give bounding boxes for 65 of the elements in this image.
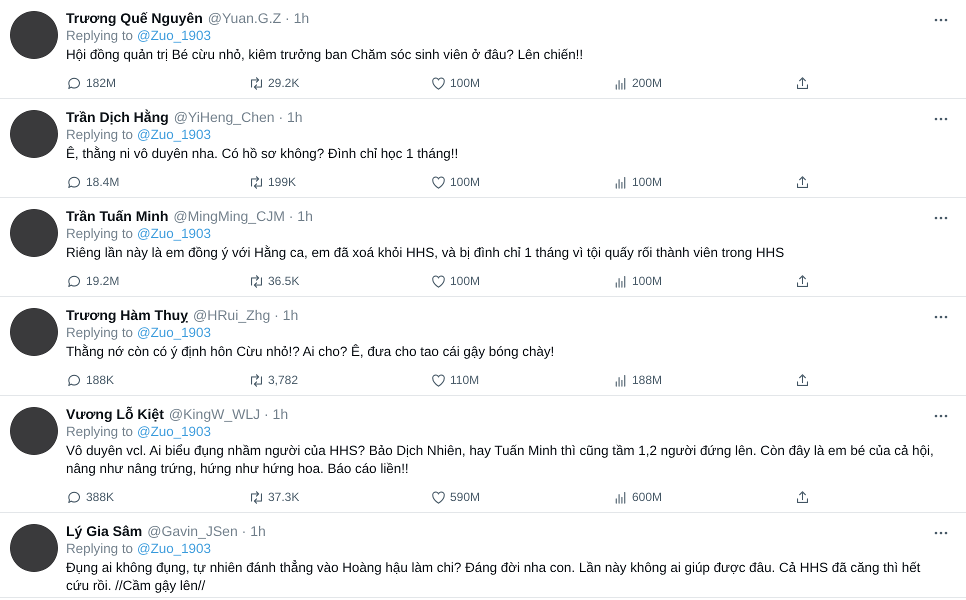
- views-button[interactable]: 100M: [612, 174, 662, 190]
- retweet-icon: [248, 372, 265, 388]
- share-icon[interactable]: [794, 272, 811, 290]
- user-handle: @MingMing_CJM · 1h: [173, 208, 313, 224]
- replying-label: Replying to: [66, 325, 133, 340]
- views-button[interactable]: 200M: [612, 74, 662, 92]
- replying-label: Replying to: [66, 226, 133, 241]
- retweet-icon: [248, 488, 265, 506]
- like-button[interactable]: 100M: [430, 272, 480, 290]
- reply-button[interactable]: 182M: [66, 74, 116, 92]
- avatar[interactable]: [10, 209, 58, 257]
- reply-button[interactable]: 19.2M: [66, 272, 120, 290]
- user-handle: @Gavin_JSen · 1h: [147, 523, 266, 539]
- tweet-text: Ê, thằng ni vô duyên nha. Có hồ sơ không? Đình chỉ học 1 tháng!!: [66, 145, 460, 163]
- tweet-text: Hội đồng quản trị Bé cừu nhỏ, kiêm trưởng ban Chăm sóc sinh viên ở đâu? Lên chiến!!: [66, 46, 584, 64]
- retweet-icon: [248, 174, 265, 190]
- views-button[interactable]: 188M: [612, 372, 662, 388]
- heart-icon: [430, 174, 447, 190]
- share-icon[interactable]: [794, 372, 811, 388]
- tweet-text: Vô duyên vcl. Ai biểu đụng nhầm người của HHS? Bảo Dịch Nhiên, hay Tuấn Minh thì cũng tầm 1,2 người đứng lên. Còn đây là em bé của cả hội, nâng như nâng trứng, hứng như hứng hoa. Báo cáo liền!!: [66, 442, 935, 478]
- like-button[interactable]: 100M: [430, 174, 480, 190]
- retweet-button[interactable]: 199K: [248, 174, 296, 190]
- replying-label: Replying to: [66, 541, 133, 556]
- retweet-button[interactable]: 36.5K: [248, 272, 300, 290]
- avatar[interactable]: [10, 407, 58, 455]
- like-button[interactable]: 100M: [430, 74, 480, 92]
- heart-icon: [430, 372, 447, 388]
- user-name: Vương Lỗ Kiệt: [66, 406, 164, 422]
- replying-label: Replying to: [66, 127, 133, 142]
- retweet-icon: [248, 74, 265, 92]
- heart-icon: [430, 488, 447, 506]
- share-icon[interactable]: [794, 488, 811, 506]
- retweet-button[interactable]: 29.2K: [248, 74, 300, 92]
- avatar[interactable]: [10, 524, 58, 572]
- user-name: Trương Hàm Thuỵ: [66, 307, 188, 323]
- user-name: Trần Tuấn Minh: [66, 208, 168, 224]
- user-handle: @YiHeng_Chen · 1h: [174, 109, 303, 125]
- user-handle: @HRui_Zhg · 1h: [193, 307, 298, 323]
- avatar[interactable]: [10, 308, 58, 356]
- avatar[interactable]: [10, 110, 58, 158]
- like-button[interactable]: 110M: [430, 372, 480, 388]
- reply-button[interactable]: 18.4M: [66, 174, 120, 190]
- retweet-button[interactable]: 37.3K: [248, 488, 300, 506]
- user-name: Trần Dịch Hằng: [66, 109, 169, 125]
- share-icon[interactable]: [794, 74, 811, 92]
- heart-icon: [430, 272, 447, 290]
- reply-button[interactable]: 388K: [66, 488, 114, 506]
- tweet-text: Đụng ai không đụng, tự nhiên đánh thẳng vào Hoàng hậu làm chi? Đáng đời nha con. Lần này không ai giúp được đâu. Cả HHS đã căng thì hết cứu rồi. //Cầm gậy lên//: [66, 559, 922, 595]
- replying-label: Replying to: [66, 424, 133, 439]
- user-name: Lý Gia Sâm: [66, 523, 142, 539]
- like-button[interactable]: 590M: [430, 488, 480, 506]
- retweet-icon: [248, 272, 265, 290]
- user-handle: @KingW_WLJ · 1h: [168, 406, 288, 422]
- tweet-text: Riêng lần này là em đồng ý với Hằng ca, em đã xoá khỏi HHS, và bị đình chỉ 1 tháng vì tội quấy rối thành viên trong HHS: [66, 244, 786, 262]
- views-button[interactable]: 100M: [612, 272, 662, 290]
- user-handle: @Yuan.G.Z · 1h: [208, 10, 310, 26]
- user-name: Trương Quế Nguyên: [66, 10, 203, 26]
- tweet-text: Thằng nớ còn có ý định hôn Cừu nhỏ!? Ai cho? Ê, đưa cho tao cái gậy bóng chày!: [66, 343, 556, 361]
- share-icon[interactable]: [794, 174, 811, 190]
- heart-icon: [430, 74, 447, 92]
- avatar[interactable]: [10, 11, 58, 59]
- replying-label: Replying to: [66, 28, 133, 43]
- views-button[interactable]: 600M: [612, 488, 662, 506]
- reply-button[interactable]: 188K: [66, 372, 114, 388]
- retweet-button[interactable]: 3,782: [248, 372, 298, 388]
